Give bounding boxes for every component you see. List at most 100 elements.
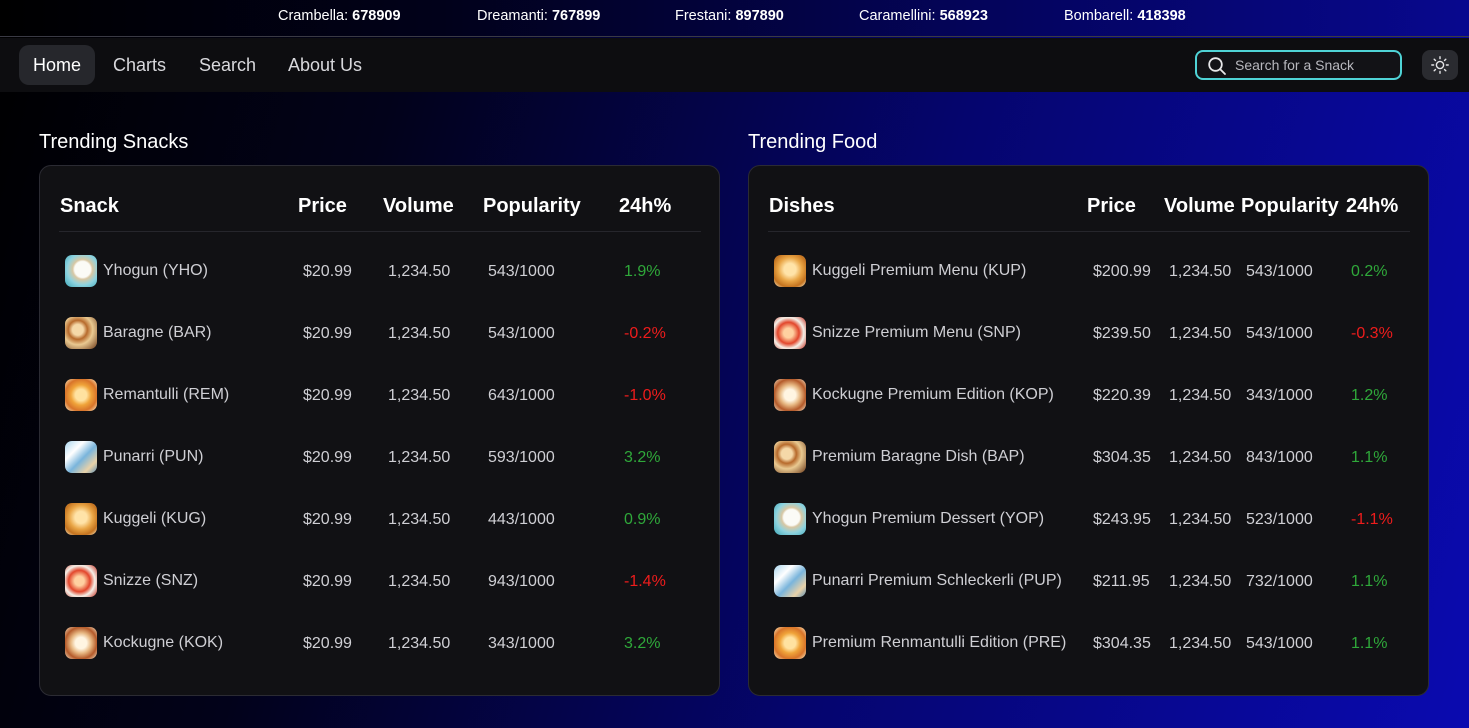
snack-change: 0.9% [624, 511, 661, 528]
snack-price: $20.99 [303, 635, 352, 652]
nav-home[interactable]: Home [19, 45, 96, 85]
snack-name: Kuggeli (KUG) [103, 510, 207, 527]
navbar: Home Charts Search About Us [0, 38, 1469, 92]
trending-snacks-card [39, 165, 720, 696]
column-header-snack: Snack [60, 195, 119, 217]
dish-price: $304.35 [1093, 635, 1151, 652]
ticker-name: Frestani: [675, 8, 732, 24]
dish-volume: 1,234.50 [1169, 449, 1232, 466]
snack-price: $20.99 [303, 573, 352, 590]
baragne-thumb-icon [774, 441, 806, 473]
ticker-value: 418398 [1137, 8, 1186, 24]
search-box[interactable] [1195, 50, 1402, 80]
dish-popularity: 732/1000 [1246, 573, 1313, 590]
column-header-popularity: Popularity [1241, 195, 1339, 217]
snack-popularity: 343/1000 [488, 635, 555, 652]
dish-name: Snizze Premium Menu (SNP) [812, 324, 1021, 341]
snack-volume: 1,234.50 [388, 573, 451, 590]
ticker-name: Crambella: [278, 8, 349, 24]
snack-name: Baragne (BAR) [103, 324, 212, 341]
snack-volume: 1,234.50 [388, 387, 451, 404]
snack-popularity: 443/1000 [488, 511, 555, 528]
dish-change: -0.3% [1351, 325, 1393, 342]
snizze-thumb-icon [774, 317, 806, 349]
dish-popularity: 543/1000 [1246, 325, 1313, 342]
trending-food-title: Trending Food [748, 131, 878, 153]
snack-change: -1.4% [624, 573, 666, 590]
snack-popularity: 643/1000 [488, 387, 555, 404]
theme-toggle-button[interactable] [1422, 50, 1458, 80]
dish-popularity: 843/1000 [1246, 449, 1313, 466]
remantulli-thumb-icon [774, 627, 806, 659]
ticker-name: Caramellini: [859, 8, 936, 24]
dish-volume: 1,234.50 [1169, 325, 1232, 342]
snack-name: Remantulli (REM) [103, 386, 230, 403]
snack-change: -0.2% [624, 325, 666, 342]
ticker-item: Dreamanti: 767899 [477, 8, 600, 24]
snack-volume: 1,234.50 [388, 449, 451, 466]
snack-popularity: 593/1000 [488, 449, 555, 466]
snack-name: Punarri (PUN) [103, 448, 204, 465]
dish-change: -1.1% [1351, 511, 1393, 528]
snack-popularity: 543/1000 [488, 263, 555, 280]
dish-name: Yhogun Premium Dessert (YOP) [812, 510, 1045, 527]
ticker-value: 678909 [352, 8, 401, 24]
punarri-thumb-icon [65, 441, 97, 473]
trending-snacks-title: Trending Snacks [39, 131, 189, 153]
nav-search[interactable]: Search [185, 45, 270, 85]
nav-charts[interactable]: Charts [99, 45, 180, 85]
dish-price: $239.50 [1093, 325, 1151, 342]
kockugne-thumb-icon [65, 627, 97, 659]
baragne-thumb-icon [65, 317, 97, 349]
dish-volume: 1,234.50 [1169, 511, 1232, 528]
snack-price: $20.99 [303, 449, 352, 466]
ticker-name: Dreamanti: [477, 8, 548, 24]
snack-volume: 1,234.50 [388, 511, 451, 528]
column-header-dishes: Dishes [769, 195, 835, 217]
punarri-thumb-icon [774, 565, 806, 597]
ticker-item: Crambella: 678909 [278, 8, 401, 24]
dish-name: Premium Renmantulli Edition (PRE) [812, 634, 1067, 651]
snack-volume: 1,234.50 [388, 263, 451, 280]
snack-change: 3.2% [624, 635, 661, 652]
ticker-value: 568923 [939, 8, 988, 24]
sun-icon [1431, 56, 1449, 74]
dish-change: 1.1% [1351, 635, 1388, 652]
dish-name: Premium Baragne Dish (BAP) [812, 448, 1025, 465]
header-divider [59, 231, 701, 232]
snack-volume: 1,234.50 [388, 325, 451, 342]
kuggeli-thumb-icon [774, 255, 806, 287]
yhogun-thumb-icon [774, 503, 806, 535]
dish-change: 1.1% [1351, 573, 1388, 590]
snack-volume: 1,234.50 [388, 635, 451, 652]
dish-change: 1.1% [1351, 449, 1388, 466]
remantulli-thumb-icon [65, 379, 97, 411]
snack-price: $20.99 [303, 511, 352, 528]
nav-about-us[interactable]: About Us [274, 45, 376, 85]
dish-change: 0.2% [1351, 263, 1388, 280]
dish-price: $304.35 [1093, 449, 1151, 466]
search-icon [1208, 57, 1226, 75]
snack-popularity: 543/1000 [488, 325, 555, 342]
snack-change: 3.2% [624, 449, 661, 466]
ticker-item: Caramellini: 568923 [859, 8, 988, 24]
snack-price: $20.99 [303, 263, 352, 280]
kuggeli-thumb-icon [65, 503, 97, 535]
snizze-thumb-icon [65, 565, 97, 597]
dish-name: Punarri Premium Schleckerli (PUP) [812, 572, 1062, 589]
dish-change: 1.2% [1351, 387, 1388, 404]
snack-price: $20.99 [303, 387, 352, 404]
search-input[interactable] [1235, 55, 1395, 75]
column-header-price: Price [298, 195, 347, 217]
column-header-volume: Volume [1164, 195, 1235, 217]
dish-popularity: 543/1000 [1246, 635, 1313, 652]
snack-name: Kockugne (KOK) [103, 634, 224, 651]
snack-name: Yhogun (YHO) [103, 262, 208, 279]
dish-volume: 1,234.50 [1169, 573, 1232, 590]
dish-name: Kockugne Premium Edition (KOP) [812, 386, 1054, 403]
yhogun-thumb-icon [65, 255, 97, 287]
dish-price: $211.95 [1093, 573, 1150, 590]
kockugne-thumb-icon [774, 379, 806, 411]
dish-price: $220.39 [1093, 387, 1151, 404]
trending-food-card [748, 165, 1429, 696]
